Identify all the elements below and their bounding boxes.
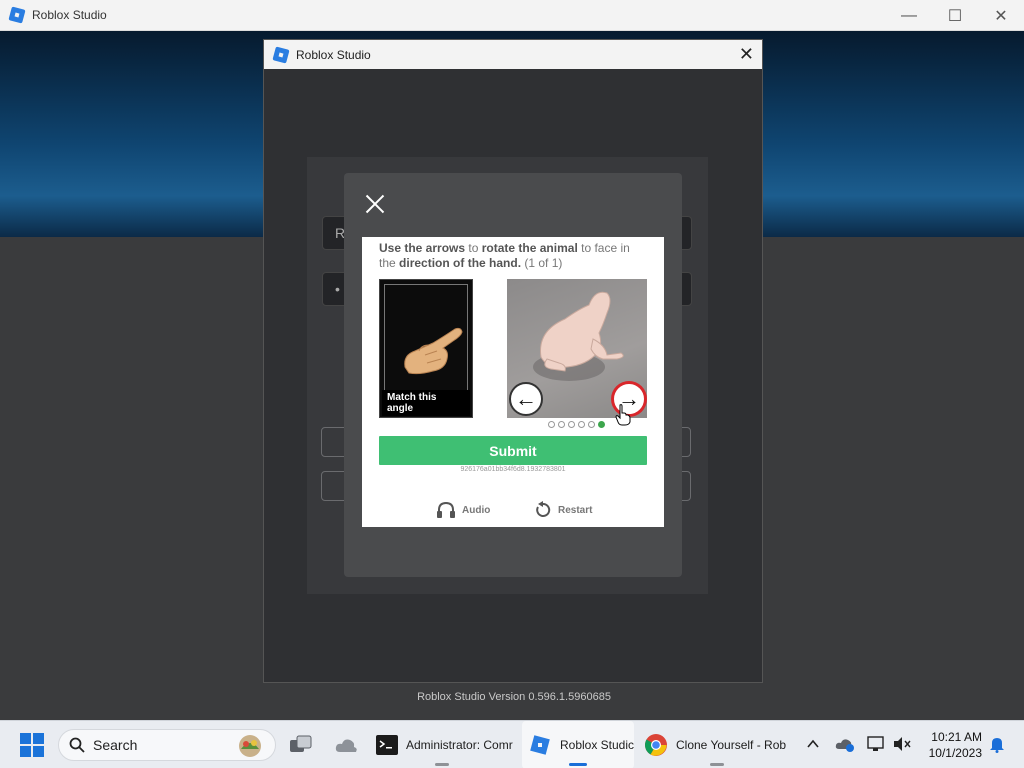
weather-cloud-icon bbox=[335, 739, 357, 752]
restart-icon bbox=[536, 501, 551, 517]
roblox-studio-logo-icon bbox=[272, 45, 290, 64]
start-button[interactable] bbox=[20, 721, 44, 768]
animal-image: ← → bbox=[507, 279, 647, 418]
minimize-button[interactable]: — bbox=[886, 0, 932, 31]
captcha-modal: Use the arrows to rotate the animal to f… bbox=[344, 173, 682, 577]
submit-button[interactable]: Submit bbox=[379, 436, 647, 465]
captcha-close-icon[interactable] bbox=[364, 193, 386, 215]
pointing-hand-icon bbox=[404, 327, 463, 375]
instruction-part: (1 of 1) bbox=[524, 256, 563, 270]
progress-dots bbox=[548, 421, 605, 428]
session-id: 926176a01bb34f6d8.1932783801 bbox=[460, 466, 566, 473]
captcha-instruction: Use the arrows to rotate the animal to f… bbox=[379, 241, 649, 271]
onedrive-icon[interactable] bbox=[835, 735, 855, 758]
headphones-icon bbox=[437, 501, 455, 518]
taskbar-app-terminal[interactable]: Administrator: Comr bbox=[368, 721, 516, 768]
progress-dot bbox=[588, 421, 595, 428]
volume-muted-icon[interactable] bbox=[892, 735, 912, 758]
login-close-button[interactable]: ✕ bbox=[739, 44, 754, 65]
search-highlight-icon bbox=[239, 735, 261, 757]
password-hint: • bbox=[335, 281, 340, 297]
taskbar: Search Administrator: Comr Roblox Studic… bbox=[0, 720, 1024, 768]
reference-label: Match this angle bbox=[382, 390, 470, 416]
clock-date: 10/1/2023 bbox=[928, 746, 982, 760]
search-label: Search bbox=[93, 737, 138, 753]
clock-time: 10:21 AM bbox=[931, 730, 982, 744]
instruction-part: direction of the hand. bbox=[399, 256, 522, 270]
terminal-icon bbox=[376, 735, 398, 755]
notification-bell-icon[interactable] bbox=[988, 735, 1006, 758]
taskbar-app-label: Administrator: Comr bbox=[406, 738, 513, 752]
version-text: Roblox Studio Version 0.596.1.5960685 bbox=[417, 691, 611, 703]
roblox-studio-icon bbox=[530, 735, 550, 755]
progress-dot bbox=[558, 421, 565, 428]
network-icon[interactable] bbox=[866, 735, 886, 758]
system-clock[interactable]: 10:21 AM 10/1/2023 bbox=[929, 729, 982, 761]
progress-dot-active bbox=[598, 421, 605, 428]
chrome-icon bbox=[645, 734, 667, 756]
hand-cursor-icon bbox=[615, 404, 631, 426]
taskbar-running-indicator bbox=[435, 763, 449, 766]
roblox-studio-logo-icon bbox=[8, 6, 26, 24]
restart-button[interactable]: Restart bbox=[534, 501, 592, 519]
close-button[interactable]: ✕ bbox=[978, 0, 1024, 31]
reference-frame bbox=[384, 284, 468, 398]
window-controls: — ☐ ✕ bbox=[886, 0, 1024, 31]
tray-overflow-chevron-icon[interactable] bbox=[806, 737, 820, 756]
progress-dot bbox=[548, 421, 555, 428]
instruction-part: to bbox=[468, 241, 479, 255]
widgets-button[interactable] bbox=[332, 721, 360, 768]
instruction-part: Use the arrows bbox=[379, 241, 466, 255]
taskbar-app-label: Clone Yourself - Rob bbox=[676, 738, 787, 752]
progress-dot bbox=[568, 421, 575, 428]
captcha-card: Use the arrows to rotate the animal to f… bbox=[362, 237, 664, 527]
taskbar-search[interactable]: Search bbox=[58, 729, 276, 761]
taskbar-app-roblox-studio[interactable]: Roblox Studic bbox=[522, 721, 634, 768]
main-titlebar: Roblox Studio — ☐ ✕ bbox=[0, 0, 1024, 31]
search-icon bbox=[69, 737, 85, 753]
main-window-title: Roblox Studio bbox=[32, 8, 107, 22]
task-view-button[interactable] bbox=[287, 721, 315, 768]
taskbar-active-indicator bbox=[569, 763, 587, 766]
login-titlebar: Roblox Studio ✕ bbox=[264, 40, 762, 69]
audio-button[interactable]: Audio bbox=[436, 501, 490, 519]
instruction-part: rotate the animal bbox=[481, 241, 578, 255]
login-window-title: Roblox Studio bbox=[296, 47, 371, 62]
maximize-button[interactable]: ☐ bbox=[932, 0, 978, 31]
windows-logo-icon bbox=[20, 733, 44, 757]
taskbar-app-label: Roblox Studic bbox=[559, 738, 634, 752]
taskbar-app-chrome[interactable]: Clone Yourself - Rob bbox=[642, 721, 792, 768]
task-view-icon bbox=[290, 735, 312, 752]
taskbar-running-indicator bbox=[710, 763, 724, 766]
rotate-left-button[interactable]: ← bbox=[509, 382, 543, 416]
audio-label: Audio bbox=[462, 504, 491, 516]
reference-image: Match this angle bbox=[379, 279, 473, 418]
progress-dot bbox=[578, 421, 585, 428]
restart-label: Restart bbox=[558, 504, 593, 516]
